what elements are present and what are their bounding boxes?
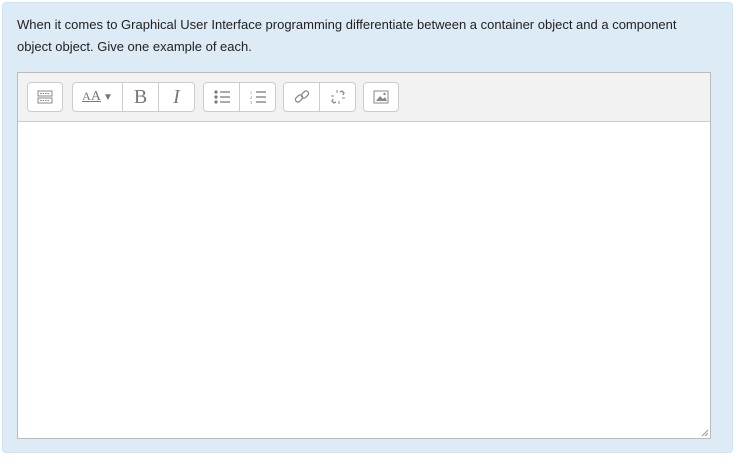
unlink-button[interactable] — [320, 83, 355, 111]
toolbar-toggle-icon — [37, 90, 53, 104]
question-panel: When it comes to Graphical User Interfac… — [2, 2, 733, 453]
rich-text-editor: AA ▼ B I 123 — [17, 72, 711, 439]
unlink-icon — [330, 90, 345, 104]
toolbar-group-style: AA ▼ B I — [72, 82, 195, 112]
toolbar-group-link — [283, 82, 356, 112]
show-more-buttons-button[interactable] — [28, 83, 62, 111]
font-size-icon: AA — [82, 89, 101, 104]
toolbar-group-list: 123 — [203, 82, 276, 112]
numbered-list-icon: 123 — [250, 90, 266, 104]
resize-handle-icon[interactable] — [701, 429, 709, 437]
editor-toolbar: AA ▼ B I 123 — [18, 73, 710, 122]
bullet-list-icon — [213, 90, 230, 104]
link-button[interactable] — [284, 83, 320, 111]
paragraph-styles-button[interactable]: AA ▼ — [73, 83, 123, 111]
bold-button[interactable]: B — [123, 83, 159, 111]
toolbar-group-toggle — [27, 82, 63, 112]
toolbar-group-image — [363, 82, 399, 112]
svg-text:3: 3 — [250, 100, 252, 104]
ordered-list-button[interactable]: 123 — [240, 83, 275, 111]
question-text: When it comes to Graphical User Interfac… — [17, 17, 677, 54]
image-icon — [373, 90, 389, 104]
link-icon — [294, 90, 309, 103]
insert-image-button[interactable] — [364, 83, 398, 111]
caret-down-icon: ▼ — [102, 91, 113, 103]
unordered-list-button[interactable] — [204, 83, 240, 111]
italic-button[interactable]: I — [159, 83, 194, 111]
answer-textarea[interactable] — [18, 122, 710, 438]
